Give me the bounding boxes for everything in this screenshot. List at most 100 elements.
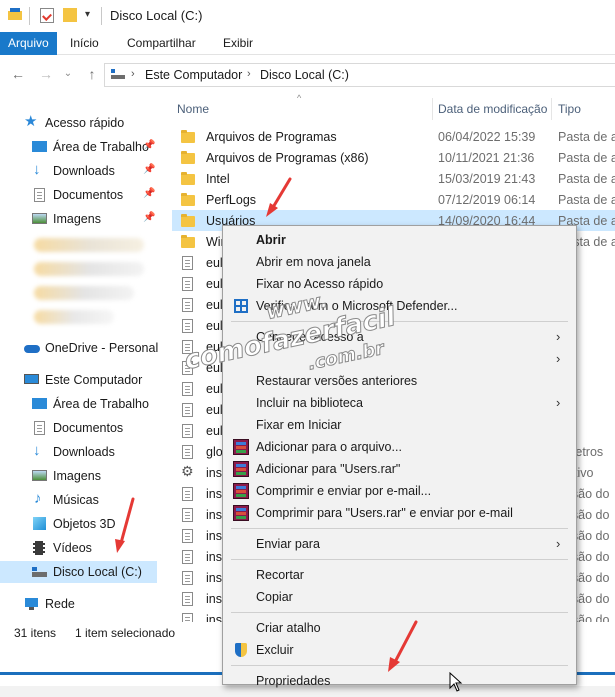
navigation-bar: ← → ⌄ ↑ › Este Computador › Disco Local … (0, 56, 615, 94)
desktop-icon (32, 396, 48, 412)
menu-item-enviar-para[interactable]: Enviar para › (223, 533, 576, 555)
blurred-item (34, 262, 144, 276)
column-header-data[interactable]: Data de modificação (438, 102, 547, 116)
file-icon (180, 381, 196, 397)
file-date: 06/04/2022 15:39 (438, 129, 536, 144)
column-resize-handle[interactable] (551, 98, 552, 120)
sidebar-item-acesso-rapido[interactable]: ★ Acesso rápido (24, 112, 124, 134)
sidebar-item-pc-objetos-3d[interactable]: Objetos 3D (32, 513, 116, 535)
sidebar-item-pc-musicas[interactable]: ♪ Músicas (32, 489, 99, 511)
file-type: Pasta de ar (558, 171, 615, 186)
sidebar-item-downloads[interactable]: ↓ Downloads 📌 (32, 160, 163, 182)
menu-item-submenu[interactable]: › (223, 348, 576, 370)
cube-icon (32, 516, 48, 532)
breadcrumb-separator-icon[interactable]: › (131, 68, 135, 80)
menu-item-fixar-em-iniciar[interactable]: Fixar em Iniciar (223, 414, 576, 436)
sidebar-item-disco-local[interactable]: Disco Local (C:) (0, 561, 157, 583)
file-icon (180, 297, 196, 313)
menu-item-restaurar-versoes-anteriores[interactable]: Restaurar versões anteriores (223, 370, 576, 392)
annotation-arrow-propriedades (388, 620, 418, 672)
sidebar-item-pc-videos[interactable]: Vídeos (32, 537, 92, 559)
sidebar-item-pc-area-de-trabalho[interactable]: Área de Trabalho (32, 393, 149, 415)
menu-item-abrir-em-nova-janela[interactable]: Abrir em nova janela (223, 251, 576, 273)
pin-icon[interactable]: 📌 (143, 164, 155, 175)
pin-icon[interactable]: 📌 (143, 140, 155, 151)
file-icon (180, 402, 196, 418)
menu-item-label: Adicionar para "Users.rar" (256, 462, 401, 476)
submenu-chevron-icon: › (556, 351, 561, 366)
properties-quick-icon[interactable] (40, 8, 54, 23)
file-name: Intel (206, 171, 230, 186)
forward-arrow-icon[interactable]: → (38, 66, 54, 82)
table-row[interactable]: Intel 15/03/2019 21:43 Pasta de ar (172, 168, 615, 189)
tab-exibir[interactable]: Exibir (223, 32, 253, 55)
sidebar-item-onedrive[interactable]: OneDrive - Personal (24, 337, 158, 359)
menu-item-comprimir-e-enviar-por-e-mail[interactable]: Comprimir e enviar por e-mail... (223, 480, 576, 502)
sidebar-item-este-computador[interactable]: Este Computador (24, 369, 142, 391)
file-icon (180, 591, 196, 607)
sidebar-item-rede[interactable]: Rede (24, 593, 75, 615)
file-date: 07/12/2019 06:14 (438, 192, 536, 207)
up-arrow-icon[interactable]: ↑ (84, 66, 100, 82)
table-row[interactable]: Arquivos de Programas (x86) 10/11/2021 21… (172, 147, 615, 168)
sidebar-item-pc-documentos[interactable]: Documentos (32, 417, 123, 439)
table-row[interactable]: PerfLogs 07/12/2019 06:14 Pasta de ar (172, 189, 615, 210)
menu-item-adicionar-para-users-rar[interactable]: Adicionar para "Users.rar" (223, 458, 576, 480)
menu-item-verificar-com-o-microsoft-defender[interactable]: Verificar com o Microsoft Defender... (223, 295, 576, 317)
menu-item-recortar[interactable]: Recortar (223, 564, 576, 586)
column-header-tipo[interactable]: Tipo (558, 102, 581, 116)
sidebar-item-pc-downloads[interactable]: ↓ Downloads (32, 441, 115, 463)
folder-icon (180, 171, 196, 187)
recent-locations-chevron-icon[interactable]: ⌄ (60, 66, 76, 82)
pin-icon[interactable]: 📌 (143, 212, 155, 223)
file-icon (180, 360, 196, 376)
menu-item-label: Conceder acesso a (256, 330, 364, 344)
sidebar-item-area-de-trabalho[interactable]: Área de Trabalho 📌 (32, 136, 163, 158)
tab-compartilhar[interactable]: Compartilhar (127, 32, 196, 55)
file-type: Pasta de ar (558, 150, 615, 165)
music-note-icon: ♪ (34, 490, 42, 507)
menu-item-label: Excluir (256, 643, 294, 657)
table-row[interactable]: Arquivos de Programas 06/04/2022 15:39 Pas… (172, 126, 615, 147)
menu-item-conceder-acesso-a[interactable]: Conceder acesso a › (223, 326, 576, 348)
menu-item-comprimir-para-users-rar-e-enviar-por-e-mail[interactable]: Comprimir para "Users.rar" e enviar por … (223, 502, 576, 524)
tab-inicio[interactable]: Início (70, 32, 99, 55)
file-icon (180, 549, 196, 565)
file-icon (180, 507, 196, 523)
column-resize-handle[interactable] (432, 98, 433, 120)
file-icon (180, 339, 196, 355)
file-date: 15/03/2019 21:43 (438, 171, 536, 186)
tab-arquivo[interactable]: Arquivo (0, 32, 57, 55)
menu-separator (231, 321, 568, 322)
menu-item-label: Abrir (256, 233, 286, 247)
file-icon (180, 444, 196, 460)
item-count: 31 itens (14, 626, 57, 640)
breadcrumb-separator-icon[interactable]: › (247, 68, 251, 80)
sidebar-item-pc-imagens[interactable]: Imagens (32, 465, 101, 487)
folder-icon (180, 192, 196, 208)
menu-item-fixar-no-acesso-rapido[interactable]: Fixar no Acesso rápido (223, 273, 576, 295)
back-arrow-icon[interactable]: ← (10, 66, 26, 82)
breadcrumb-disco-local[interactable]: Disco Local (C:) (260, 68, 349, 82)
folder-icon (180, 213, 196, 229)
document-icon (32, 420, 48, 436)
menu-item-adicionar-para-o-arquivo[interactable]: Adicionar para o arquivo... (223, 436, 576, 458)
menu-item-label: Enviar para (256, 537, 320, 551)
menu-item-copiar[interactable]: Copiar (223, 586, 576, 608)
sidebar-item-documentos[interactable]: Documentos 📌 (32, 184, 163, 206)
file-icon (180, 423, 196, 439)
quick-access-dropdown-icon[interactable]: ▾ (85, 9, 90, 20)
pin-icon[interactable]: 📌 (143, 188, 155, 199)
breadcrumb-este-computador[interactable]: Este Computador (145, 68, 242, 82)
menu-item-label: Propriedades (256, 674, 331, 688)
file-name: PerfLogs (206, 192, 257, 207)
pictures-icon (32, 211, 48, 227)
column-header-nome[interactable]: Nome (177, 102, 209, 116)
sidebar-item-imagens[interactable]: Imagens 📌 (32, 208, 163, 230)
new-folder-quick-icon[interactable] (63, 8, 77, 22)
defender-icon (233, 298, 249, 314)
menu-item-incluir-na-biblioteca[interactable]: Incluir na biblioteca › (223, 392, 576, 414)
file-icon (180, 570, 196, 586)
menu-item-abrir[interactable]: Abrir (223, 229, 576, 251)
address-bar[interactable]: › Este Computador › Disco Local (C:) (104, 63, 615, 87)
